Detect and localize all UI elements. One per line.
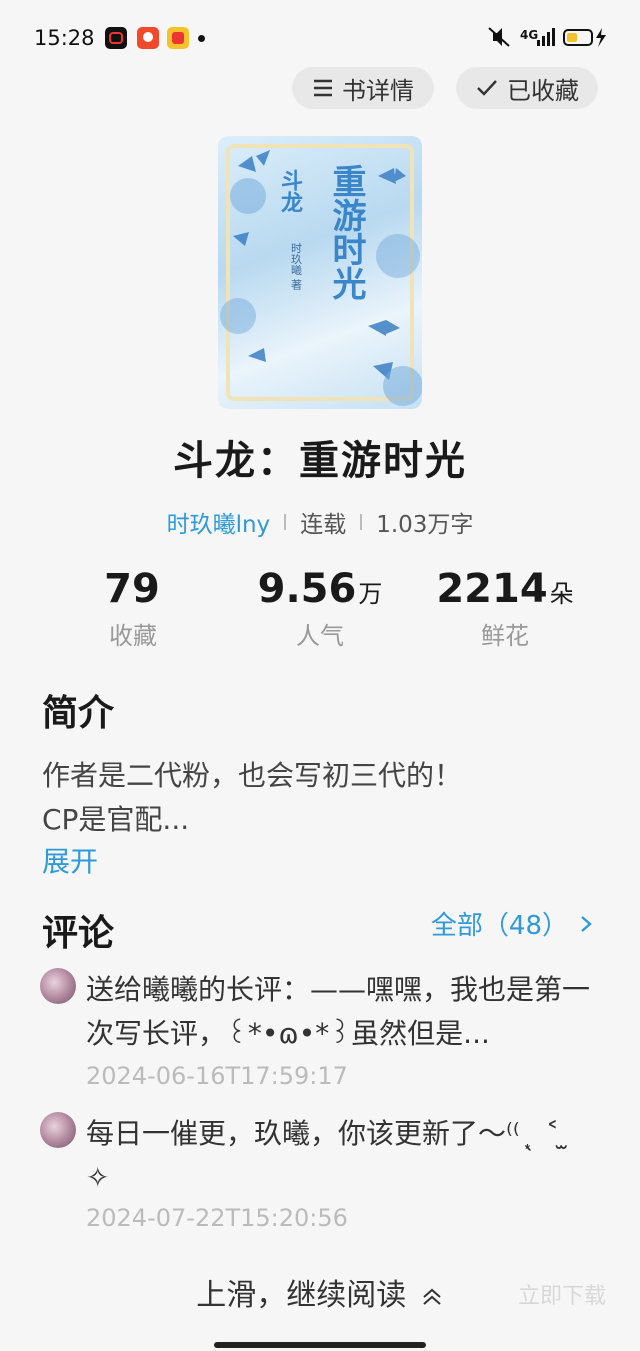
divider [360,514,363,530]
app-notification-icon [105,27,127,49]
intro-heading: 简介 [42,693,115,734]
book-meta: 时玖曦lny 连载 1.03万字 [0,505,640,539]
word-count: 1.03万字 [376,512,474,538]
cover-artwork: 重游时光 斗龙 时玖曦 著 [220,144,422,406]
all-comments-link[interactable]: 全部（48） [431,905,596,942]
stat-collections: 79 收藏 [33,566,233,651]
stat-flowers: 2214朵 鲜花 [405,566,605,651]
cover-title-text: 重游时光 [326,164,366,300]
comment-text: 送给曦曦的长评：——嘿嘿，我也是第一次写长评，꒰*•ɷ•*꒱虽然但是... [86,973,591,1050]
book-cover[interactable]: 重游时光 斗龙 时玖曦 著 [218,136,422,409]
stat-unit: 朵 [549,580,574,608]
collected-label: 已收藏 [507,76,579,105]
stat-value: 79 [104,566,160,612]
stat-popularity: 9.56万 人气 [220,566,420,651]
book-details-label: 书详情 [342,76,414,105]
menu-icon [314,79,332,97]
author-link[interactable]: 时玖曦lny [167,505,271,539]
book-title: 斗龙：重游时光 [173,438,467,484]
stat-label: 收藏 [109,622,157,650]
stat-value: 2214 [436,566,548,612]
expand-button[interactable]: 展开 [42,840,98,880]
stat-label: 鲜花 [481,622,529,650]
chevron-up-icon [423,1288,441,1305]
intro-line: 作者是二代粉，也会写初三代的！ [42,759,463,792]
cover-author-text: 时玖曦 著 [290,242,303,290]
collected-button[interactable]: 已收藏 [456,67,598,109]
battery-icon [563,28,606,47]
divider [284,514,287,530]
intro-line: CP是官配... [42,803,190,836]
stat-label: 人气 [296,622,344,650]
comment-text: 每日一催更，玖曦，你该更新了～⁽⁽ ͙ ̖ ˂ ̫ ✧ [86,1117,569,1194]
comment-time: 2024-06-16T17:59:17 [86,1062,348,1090]
book-stats: 79 收藏 9.56万 人气 2214朵 鲜花 [40,566,600,666]
signal-icon [537,28,555,46]
chevron-right-icon [581,915,592,932]
comment-item[interactable]: 送给曦曦的长评：——嘿嘿，我也是第一次写长评，꒰*•ɷ•*꒱虽然但是... 20… [40,968,600,1098]
app-notification-icon [167,27,189,49]
book-details-button[interactable]: 书详情 [292,67,434,109]
comments-heading: 评论 [42,913,115,954]
check-icon [477,80,497,96]
status-time: 15:28 [34,26,95,50]
all-comments-label: 全部（48） [430,911,568,941]
avatar[interactable] [40,1112,76,1148]
comment-time: 2024-07-22T15:20:56 [86,1204,348,1232]
avatar[interactable] [40,968,76,1004]
mute-icon [488,27,510,47]
intro-text: 作者是二代粉，也会写初三代的！ CP是官配... [42,754,602,842]
download-button[interactable]: 立即下载 [518,1278,606,1310]
stat-value: 9.56 [257,566,357,612]
serial-status: 连载 [300,512,347,538]
stat-unit: 万 [358,580,383,608]
cover-subtitle-text: 斗龙 [277,169,303,213]
home-indicator[interactable] [214,1342,426,1348]
continue-reading-label: 上滑，继续阅读 [196,1278,407,1313]
app-notification-icon [137,27,159,49]
more-notifications-dot [198,35,205,42]
comment-item[interactable]: 每日一催更，玖曦，你该更新了～⁽⁽ ͙ ̖ ˂ ̫ ✧ 2024-07-22T1… [40,1112,600,1242]
